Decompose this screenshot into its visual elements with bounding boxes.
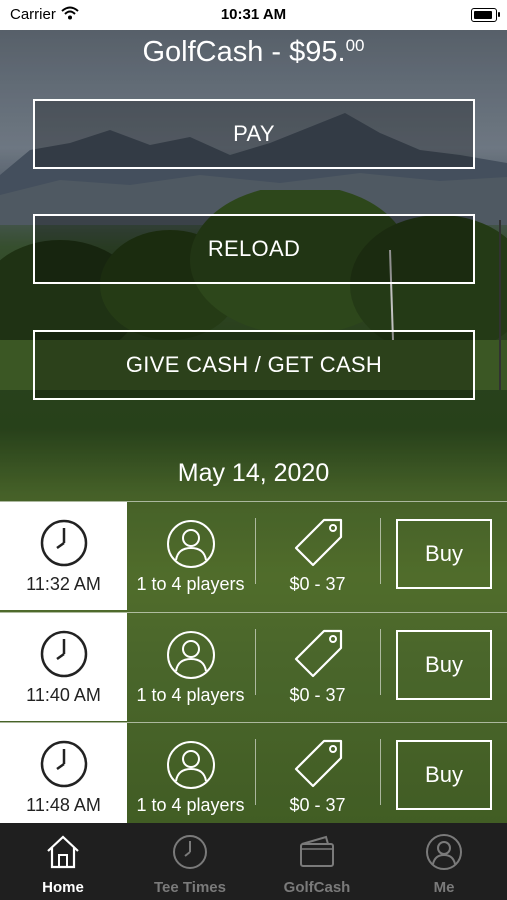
price-cell: $0 - 37 bbox=[255, 723, 380, 831]
tee-date-heading: May 14, 2020 bbox=[177, 459, 330, 487]
tee-time-label: 11:48 AM bbox=[26, 795, 101, 815]
players-label: 1 to 4 players bbox=[136, 574, 245, 594]
clock-icon bbox=[40, 740, 88, 788]
pay-button[interactable]: PAY bbox=[33, 99, 475, 169]
user-icon bbox=[426, 834, 462, 870]
tab-tee-times-label: Tee Times bbox=[154, 879, 226, 896]
price-tag-icon bbox=[294, 739, 343, 788]
tab-golfcash[interactable]: GolfCash bbox=[254, 823, 380, 900]
tee-time-label: 11:32 AM bbox=[26, 574, 101, 594]
tee-time-cell: 11:32 AM bbox=[0, 502, 127, 610]
players-cell: 1 to 4 players bbox=[127, 613, 254, 721]
divider bbox=[380, 518, 381, 584]
players-label: 1 to 4 players bbox=[136, 685, 245, 705]
price-label: $0 - 37 bbox=[289, 795, 346, 815]
tee-time-cell: 11:48 AM bbox=[0, 723, 127, 831]
clock-icon bbox=[173, 835, 207, 869]
home-icon bbox=[47, 835, 79, 869]
tab-bar: Home Tee Times GolfCash Me bbox=[0, 823, 507, 900]
divider bbox=[380, 739, 381, 805]
tab-tee-times[interactable]: Tee Times bbox=[127, 823, 253, 900]
clock-icon bbox=[40, 630, 88, 678]
price-tag-icon bbox=[294, 629, 343, 678]
tab-golfcash-label: GolfCash bbox=[283, 879, 351, 896]
clock-icon bbox=[40, 519, 88, 567]
tab-home[interactable]: Home bbox=[0, 823, 126, 900]
tee-time-label: 11:40 AM bbox=[26, 685, 101, 705]
price-label: $0 - 37 bbox=[289, 574, 346, 594]
give-get-cash-button[interactable]: GIVE CASH / GET CASH bbox=[33, 330, 475, 400]
tab-me[interactable]: Me bbox=[381, 823, 507, 900]
tee-time-row: 11:40 AM 1 to 4 players $0 - 37 Buy bbox=[0, 612, 507, 721]
app-screen: Carrier 10:31 AM GolfCash - $95.00 PAY R… bbox=[0, 0, 507, 900]
price-cell: $0 - 37 bbox=[255, 613, 380, 721]
tee-time-row: 11:48 AM 1 to 4 players $0 - 37 Buy bbox=[0, 722, 507, 831]
balance-cents: 00 bbox=[345, 36, 365, 55]
golfcash-balance-title: GolfCash - $95.00 bbox=[0, 36, 507, 69]
tab-me-label: Me bbox=[433, 879, 455, 896]
battery-icon bbox=[471, 8, 500, 22]
user-icon bbox=[167, 520, 215, 568]
buy-button[interactable]: Buy bbox=[396, 630, 492, 700]
user-icon bbox=[167, 631, 215, 679]
user-icon bbox=[167, 741, 215, 789]
players-cell: 1 to 4 players bbox=[127, 723, 254, 831]
tab-home-label: Home bbox=[42, 879, 84, 896]
status-time: 10:31 AM bbox=[220, 6, 287, 23]
price-tag-icon bbox=[294, 518, 343, 567]
status-bar: Carrier 10:31 AM bbox=[0, 0, 507, 30]
buy-button[interactable]: Buy bbox=[396, 519, 492, 589]
reload-button[interactable]: RELOAD bbox=[33, 214, 475, 284]
divider bbox=[380, 629, 381, 695]
price-label: $0 - 37 bbox=[289, 685, 346, 705]
tee-time-row: 11:32 AM 1 to 4 players $0 - 37 Buy bbox=[0, 501, 507, 610]
price-cell: $0 - 37 bbox=[255, 502, 380, 610]
tee-time-cell: 11:40 AM bbox=[0, 613, 127, 721]
balance-text: GolfCash - $95. bbox=[142, 36, 346, 68]
wallet-icon bbox=[300, 835, 334, 867]
buy-button[interactable]: Buy bbox=[396, 740, 492, 810]
players-cell: 1 to 4 players bbox=[127, 502, 254, 610]
players-label: 1 to 4 players bbox=[136, 795, 245, 815]
